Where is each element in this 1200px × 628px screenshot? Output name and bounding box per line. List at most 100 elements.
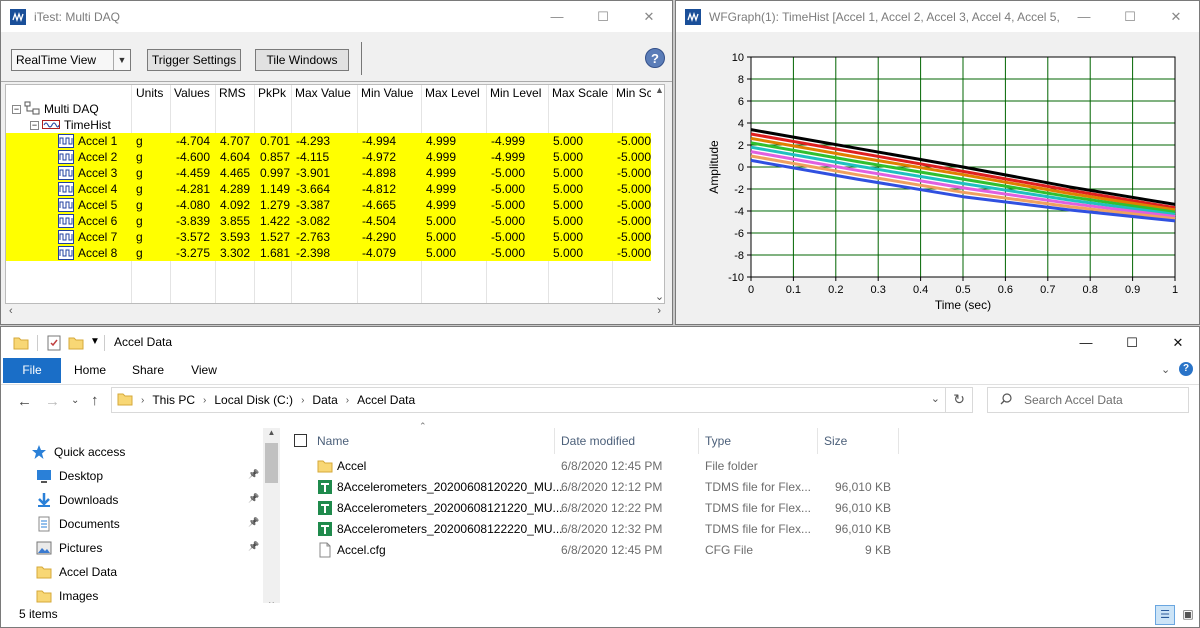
chevron-down-icon[interactable]: ⌄ — [651, 290, 664, 303]
minimize-button[interactable]: — — [534, 1, 580, 32]
table-row[interactable]: Accel 8 g -3.275 3.302 1.681 -2.398 -4.079 5.00… — [6, 245, 652, 261]
pin-icon[interactable]: 📌 — [248, 493, 259, 504]
pin-icon[interactable]: 📌 — [248, 469, 259, 480]
customize-toolbar-icon[interactable]: ▼ — [90, 336, 100, 347]
details-view-icon[interactable]: ☰ — [1155, 605, 1175, 625]
table-row[interactable]: Accel 1 g -4.704 4.707 0.701 -4.293 -4.994 4.99… — [6, 133, 652, 149]
file-row[interactable]: 8Accelerometers_20200608122220_MU... 6/8/… — [281, 519, 1199, 540]
cell-units: g — [136, 246, 143, 260]
recent-locations-icon[interactable]: ⌄ — [71, 395, 79, 406]
chevron-right-icon[interactable]: › — [203, 395, 206, 406]
maximize-button[interactable]: ☐ — [1107, 1, 1153, 32]
itest-titlebar[interactable]: iTest: Multi DAQ — ☐ ✕ — [1, 1, 672, 32]
help-icon[interactable]: ? — [1179, 362, 1193, 376]
table-row[interactable]: Accel 5 g -4.080 4.092 1.279 -3.387 -4.665 4.99… — [6, 197, 652, 213]
close-button[interactable]: ✕ — [1153, 1, 1199, 32]
tab-share[interactable]: Share — [123, 358, 173, 383]
collapse-icon[interactable]: − — [30, 120, 39, 130]
col-max-scale[interactable]: Max Scale — [552, 85, 608, 101]
collapse-icon[interactable]: − — [12, 104, 21, 114]
chevron-up-icon[interactable]: ▲ — [263, 428, 280, 437]
close-button[interactable]: ✕ — [1155, 327, 1199, 358]
chevron-right-icon[interactable]: › — [657, 305, 661, 317]
minimize-button[interactable]: — — [1061, 1, 1107, 32]
search-input[interactable]: Search Accel Data — [1024, 393, 1123, 407]
chevron-left-icon[interactable]: ‹ — [9, 305, 13, 317]
close-button[interactable]: ✕ — [626, 1, 672, 32]
file-row[interactable]: Accel 6/8/2020 12:45 PM File folder — [281, 456, 1199, 477]
maximize-button[interactable]: ☐ — [1109, 327, 1155, 358]
table-row[interactable]: Accel 2 g -4.600 4.604 0.857 -4.115 -4.972 4.99… — [6, 149, 652, 165]
large-icons-view-icon[interactable]: ▣ — [1178, 605, 1198, 625]
col-units[interactable]: Units — [136, 85, 163, 101]
tab-view[interactable]: View — [179, 358, 229, 383]
pin-icon[interactable]: 📌 — [248, 541, 259, 552]
breadcrumb-this-pc[interactable]: This PC — [152, 393, 195, 407]
back-arrow-icon[interactable]: ← — [17, 393, 32, 410]
table-row[interactable]: Accel 6 g -3.839 3.855 1.422 -3.082 -4.504 5.00… — [6, 213, 652, 229]
col-type[interactable]: Type — [705, 428, 731, 454]
breadcrumb-accel-data[interactable]: Accel Data — [357, 393, 415, 407]
select-all-checkbox[interactable] — [294, 434, 307, 447]
refresh-icon[interactable]: ↻ — [953, 391, 965, 408]
search-box[interactable]: Search Accel Data — [987, 387, 1189, 413]
cell-max-level: 5.000 — [426, 230, 457, 244]
explorer-titlebar[interactable]: ▼ Accel Data — ☐ ✕ — [1, 327, 1199, 358]
table-row[interactable]: Accel 7 g -3.572 3.593 1.527 -2.763 -4.290 5.00… — [6, 229, 652, 245]
view-select[interactable]: RealTime View ▼ — [11, 49, 131, 71]
chevron-down-icon[interactable]: ▼ — [113, 50, 130, 70]
col-values[interactable]: Values — [174, 85, 210, 101]
table-vscrollbar[interactable]: ▲ ⌄ — [651, 85, 664, 303]
chevron-up-icon[interactable]: ▲ — [651, 85, 664, 95]
table-row[interactable]: Accel 3 g -4.459 4.465 0.997 -3.901 -4.898 4.99… — [6, 165, 652, 181]
scroll-thumb[interactable] — [265, 443, 278, 483]
address-bar[interactable]: › This PC › Local Disk (C:) › Data › Acc… — [111, 387, 973, 413]
forward-arrow-icon[interactable]: → — [45, 393, 60, 410]
col-min-value[interactable]: Min Value — [361, 85, 413, 101]
minimize-button[interactable]: — — [1063, 327, 1109, 358]
file-row[interactable]: 8Accelerometers_20200608120220_MU... 6/8/… — [281, 477, 1199, 498]
cell-rms: 3.593 — [220, 230, 251, 244]
nav-item[interactable]: Quick access — [31, 441, 125, 463]
graph-titlebar[interactable]: WFGraph(1): TimeHist [Accel 1, Accel 2, … — [676, 1, 1199, 32]
col-rms[interactable]: RMS — [219, 85, 246, 101]
waveform-chart[interactable]: 0 0.1 0.2 0.3 0.4 0.5 0.6 0.7 0.8 0.9 1 10 8 6 4 2 0 -2 -4… — [676, 32, 1199, 324]
file-row[interactable]: Accel.cfg 6/8/2020 12:45 PM CFG File 9 KB — [281, 540, 1199, 561]
col-pkpk[interactable]: PkPk — [258, 85, 286, 101]
nav-item[interactable]: Accel Data — [36, 561, 117, 583]
col-name[interactable]: Name — [317, 428, 349, 454]
up-arrow-icon[interactable]: ↑ — [91, 392, 99, 409]
channel-name: Accel 4 — [78, 182, 118, 196]
chevron-right-icon[interactable]: › — [346, 395, 349, 406]
col-size[interactable]: Size — [824, 428, 847, 454]
col-max-level[interactable]: Max Level — [425, 85, 480, 101]
file-row[interactable]: 8Accelerometers_20200608121220_MU... 6/8/… — [281, 498, 1199, 519]
tree-node-group[interactable]: − TimeHist — [30, 117, 111, 133]
expand-ribbon-icon[interactable]: ⌄ — [1161, 363, 1170, 376]
pin-icon[interactable]: 📌 — [248, 517, 259, 528]
nav-scrollbar[interactable]: ▲ ⌄ — [263, 428, 280, 608]
breadcrumb-data[interactable]: Data — [312, 393, 337, 407]
trigger-settings-button[interactable]: Trigger Settings — [147, 49, 241, 71]
help-icon[interactable]: ? — [645, 48, 665, 68]
properties-icon[interactable] — [46, 335, 62, 354]
col-date-modified[interactable]: Date modified — [561, 428, 635, 454]
tree-node-root[interactable]: − Multi DAQ — [12, 101, 99, 117]
tile-windows-button[interactable]: Tile Windows — [255, 49, 349, 71]
nav-item[interactable]: Desktop — [36, 465, 103, 487]
col-max-value[interactable]: Max Value — [295, 85, 351, 101]
table-hscrollbar[interactable]: ‹ › — [5, 304, 665, 320]
breadcrumb-local-disk[interactable]: Local Disk (C:) — [214, 393, 293, 407]
maximize-button[interactable]: ☐ — [580, 1, 626, 32]
nav-item[interactable]: Documents — [36, 513, 120, 535]
table-row[interactable]: Accel 4 g -4.281 4.289 1.149 -3.664 -4.812 4.99… — [6, 181, 652, 197]
nav-item[interactable]: Pictures — [36, 537, 102, 559]
address-dropdown-icon[interactable]: ⌄ — [931, 392, 940, 405]
col-min-level[interactable]: Min Level — [490, 85, 541, 101]
col-min-scale[interactable]: Min Sc — [616, 85, 653, 101]
new-folder-icon[interactable] — [68, 335, 84, 354]
tab-home[interactable]: Home — [65, 358, 115, 383]
chevron-right-icon[interactable]: › — [301, 395, 304, 406]
nav-item[interactable]: Downloads — [36, 489, 118, 511]
tab-file[interactable]: File — [3, 358, 61, 383]
